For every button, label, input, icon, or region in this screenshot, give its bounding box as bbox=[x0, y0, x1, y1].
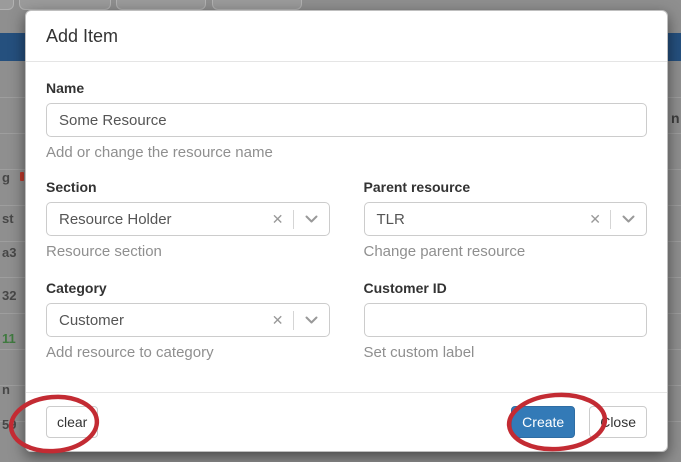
clear-button[interactable]: clear bbox=[46, 406, 99, 438]
name-label: Name bbox=[46, 80, 85, 96]
parent-resource-select[interactable]: TLR ✕ bbox=[363, 202, 647, 236]
customer-id-label: Customer ID bbox=[363, 280, 447, 296]
add-item-modal: Add Item Name Add or change the resource… bbox=[25, 10, 668, 452]
modal-title: Add Item bbox=[46, 26, 119, 46]
screen: g st a3 32 11 n 59 n Add Item Name Add o… bbox=[0, 0, 681, 462]
background-text-fragment: 59 bbox=[2, 417, 17, 432]
background-red-mark bbox=[20, 172, 24, 181]
section-label: Section bbox=[46, 179, 97, 195]
chevron-down-icon[interactable] bbox=[611, 215, 646, 223]
close-button[interactable]: Close bbox=[589, 406, 647, 438]
parent-resource-label: Parent resource bbox=[363, 179, 471, 195]
background-button bbox=[19, 0, 111, 10]
background-text-fragment: 32 bbox=[2, 288, 17, 303]
section-parent-row: Section Resource Holder ✕ Resource secti… bbox=[46, 179, 647, 260]
background-button bbox=[0, 0, 14, 10]
category-select-value: Customer bbox=[59, 311, 125, 329]
category-form-group: Category Customer ✕ Add resource to cate… bbox=[46, 280, 330, 361]
section-help-text: Resource section bbox=[46, 243, 162, 260]
create-button[interactable]: Create bbox=[511, 406, 576, 438]
name-form-group: Name Add or change the resource name bbox=[46, 80, 647, 161]
category-select[interactable]: Customer ✕ bbox=[46, 303, 330, 337]
background-text-fragment: n bbox=[2, 382, 10, 397]
section-form-group: Section Resource Holder ✕ Resource secti… bbox=[46, 179, 330, 260]
background-text-fragment: a3 bbox=[2, 245, 17, 260]
chevron-down-icon[interactable] bbox=[294, 215, 329, 223]
background-text-fragment: 11 bbox=[2, 331, 16, 346]
background-button bbox=[116, 0, 206, 10]
chevron-down-icon[interactable] bbox=[294, 316, 329, 324]
background-text-fragment: n bbox=[671, 110, 680, 126]
customer-id-help-text: Set custom label bbox=[363, 344, 475, 361]
modal-footer: clear Create Close bbox=[26, 392, 667, 451]
background-button bbox=[212, 0, 302, 10]
background-text-fragment: st bbox=[2, 211, 14, 226]
parent-resource-form-group: Parent resource TLR ✕ Change parent reso… bbox=[363, 179, 647, 260]
customer-id-input[interactable] bbox=[363, 303, 647, 337]
modal-header: Add Item bbox=[26, 11, 667, 62]
customer-id-form-group: Customer ID Set custom label bbox=[363, 280, 647, 361]
modal-body: Name Add or change the resource name Sec… bbox=[26, 62, 667, 361]
name-help-text: Add or change the resource name bbox=[46, 144, 273, 161]
category-help-text: Add resource to category bbox=[46, 344, 214, 361]
clear-x-icon[interactable]: ✕ bbox=[263, 212, 293, 226]
clear-x-icon[interactable]: ✕ bbox=[263, 313, 293, 327]
parent-resource-help-text: Change parent resource bbox=[363, 243, 526, 260]
section-select[interactable]: Resource Holder ✕ bbox=[46, 202, 330, 236]
parent-resource-select-value: TLR bbox=[376, 210, 405, 228]
background-text-fragment: g bbox=[2, 170, 10, 185]
section-select-value: Resource Holder bbox=[59, 210, 172, 228]
clear-x-icon[interactable]: ✕ bbox=[580, 212, 610, 226]
category-label: Category bbox=[46, 280, 107, 296]
category-customer-row: Category Customer ✕ Add resource to cate… bbox=[46, 280, 647, 361]
name-input[interactable] bbox=[46, 103, 647, 137]
